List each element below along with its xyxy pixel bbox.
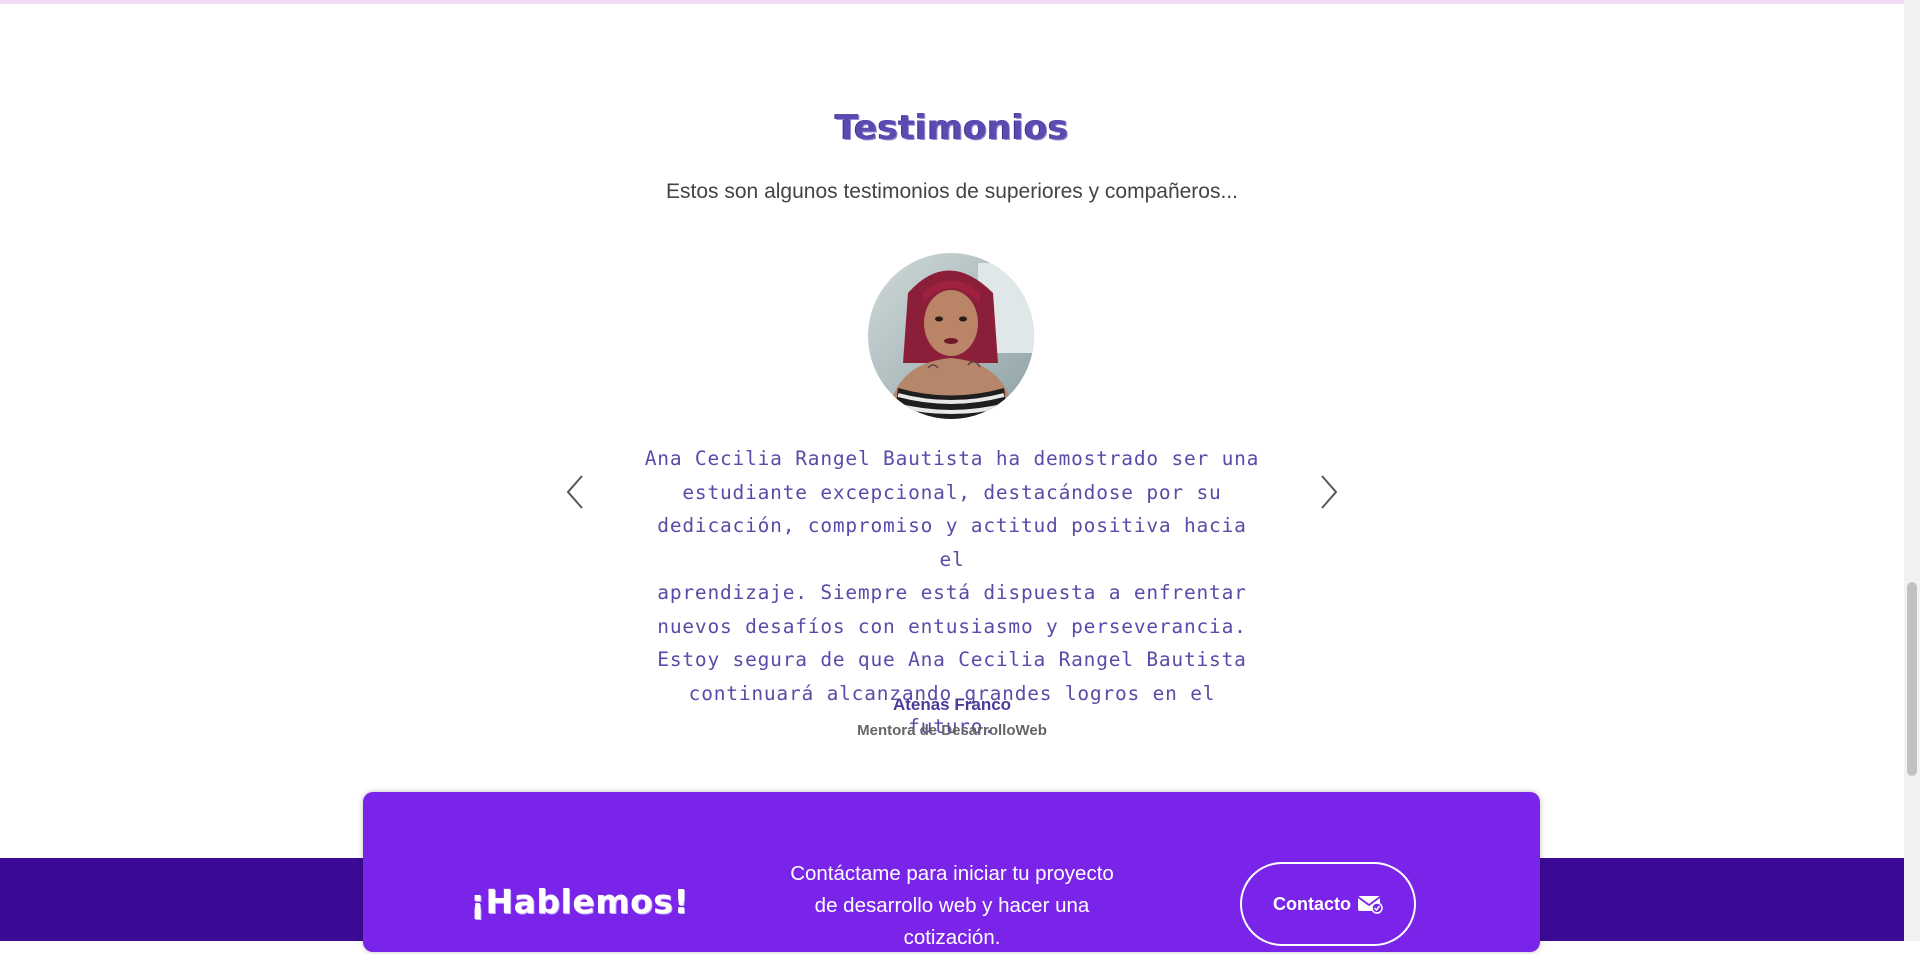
quote-line: Ana Cecilia Rangel Bautista ha demostrad… — [644, 447, 1260, 470]
section-subtitle: Estos son algunos testimonios de superio… — [666, 180, 1238, 203]
top-divider — [0, 0, 1904, 4]
testimonial-role: Mentora de DesarrolloWeb — [857, 722, 1047, 739]
quote-line: estudiante excepcional, destacándose por… — [682, 480, 1222, 504]
chevron-left-icon — [566, 475, 583, 509]
carousel-prev-button[interactable] — [560, 472, 590, 512]
quote-line: nuevos desafíos con entusiasmo y perseve… — [657, 614, 1247, 638]
cta-text-line: cotización. — [903, 926, 1001, 949]
contact-button-label: Contacto — [1273, 893, 1351, 914]
scrollbar-thumb[interactable] — [1907, 582, 1917, 776]
section-title: Testimonios — [835, 108, 1069, 148]
testimonial-author: Atenas Franco — [892, 695, 1012, 714]
cta-text: Contáctame para iniciar tu proyecto de d… — [770, 858, 1134, 954]
avatar — [868, 253, 1034, 419]
carousel-next-button[interactable] — [1314, 472, 1344, 512]
quote-line: dedicación, compromiso y actitud positiv… — [657, 514, 1247, 571]
quote-line: Estoy segura de que Ana Cecilia Rangel B… — [657, 648, 1247, 671]
chevron-right-icon — [1321, 475, 1338, 509]
quote-line: aprendizaje. Siempre está dispuesta a en… — [657, 581, 1247, 604]
page-scrollbar[interactable] — [1904, 0, 1920, 941]
cta-title: ¡Hablemos! — [470, 882, 690, 921]
contact-button[interactable]: Contacto — [1240, 862, 1416, 946]
cta-text-line: Contáctame para iniciar tu proyecto — [790, 862, 1114, 885]
cta-text-line: de desarrollo web y hacer una — [814, 894, 1090, 917]
mail-check-icon — [1357, 896, 1383, 914]
